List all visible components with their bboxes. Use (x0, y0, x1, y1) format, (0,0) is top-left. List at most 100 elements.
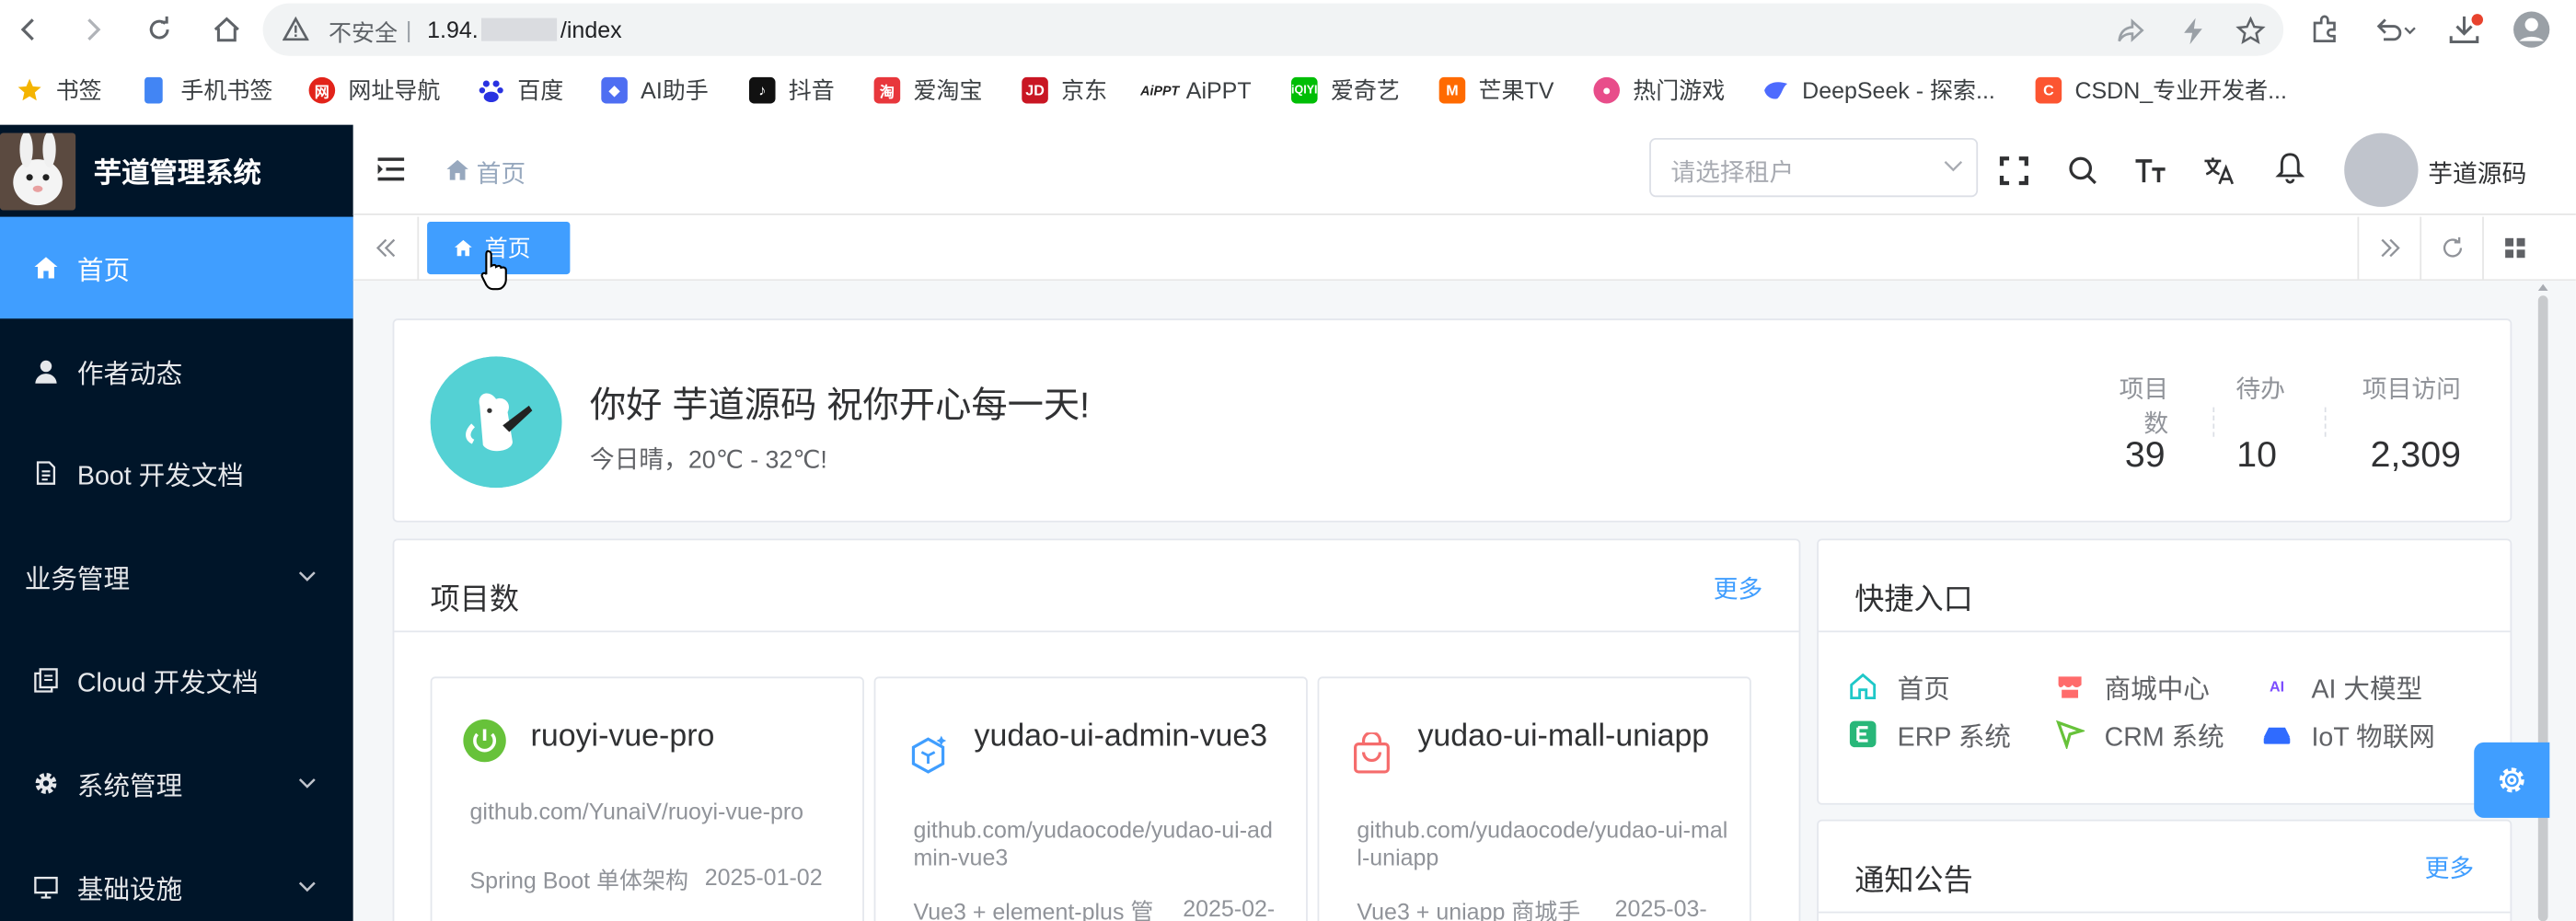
power-icon (462, 718, 508, 764)
url-text: 1.94. /index (427, 17, 622, 43)
document-icon (33, 460, 60, 487)
bookmark-item[interactable]: 书签 (17, 75, 102, 105)
sidebar-item-infra[interactable]: 基础设施 (0, 836, 353, 921)
bell-icon[interactable] (2273, 151, 2306, 184)
avatar[interactable] (2344, 132, 2419, 207)
vertical-scrollbar[interactable] (2536, 281, 2549, 921)
vue-cube-icon (906, 732, 952, 778)
pointer-cursor-icon (479, 249, 509, 292)
chevron-down-icon (297, 777, 317, 789)
refresh-icon (2443, 236, 2462, 258)
project-name: yudao-ui-admin-vue3 (974, 719, 1268, 754)
sidebar-item-system[interactable]: 系统管理 (0, 732, 353, 835)
user-icon (33, 358, 60, 385)
project-item[interactable]: yudao-ui-admin-vue3 github.com/yudaocode… (873, 676, 1308, 921)
sidebar-item-author-news[interactable]: 作者动态 (0, 320, 353, 422)
quick-item-iot[interactable]: IoT 物联网 (2262, 718, 2435, 753)
project-item[interactable]: yudao-ui-mall-uniapp github.com/yudaocod… (1317, 676, 1751, 921)
bookmark-item[interactable]: 淘爱淘宝 (873, 75, 982, 105)
share-icon[interactable] (2113, 13, 2149, 49)
home-page-button[interactable] (207, 10, 247, 50)
lightning-icon[interactable] (2175, 13, 2211, 49)
warning-icon (283, 16, 309, 43)
jd-icon: JD (1022, 76, 1048, 104)
crm-icon (2055, 720, 2085, 749)
collapse-menu-icon[interactable] (376, 156, 406, 183)
project-item[interactable]: ruoyi-vue-pro github.com/YunaiV/ruoyi-vu… (430, 676, 864, 921)
nav-site-icon: 网 (308, 76, 336, 104)
iqiyi-icon: iQIYI (1291, 76, 1318, 104)
bookmark-item[interactable]: DeepSeek - 探索... (1762, 75, 1995, 105)
bookmark-item[interactable]: 百度 (478, 75, 563, 105)
fullscreen-icon[interactable] (1998, 155, 2031, 188)
bookmark-item[interactable]: ◆ AI助手 (601, 75, 709, 105)
iot-icon (2262, 720, 2292, 749)
scroll-right-button[interactable] (2357, 216, 2420, 280)
profile-icon[interactable] (2510, 10, 2552, 50)
quick-item-home[interactable]: 首页 (1848, 670, 1950, 705)
bookmark-item[interactable]: 手机书签 (142, 75, 272, 105)
reload-button[interactable] (140, 10, 179, 50)
refresh-button[interactable] (2420, 216, 2482, 280)
address-bar[interactable]: 不安全 | 1.94. /index (262, 3, 2284, 56)
browser-toolbar: 不安全 | 1.94. /index (0, 0, 2576, 60)
stat-value: 2,309 (2370, 433, 2461, 475)
font-size-icon[interactable] (2134, 155, 2167, 188)
quick-item-crm[interactable]: CRM 系统 (2055, 718, 2224, 753)
bookmark-item[interactable]: C CSDN_专业开发者... (2035, 75, 2287, 105)
sidebar-item-business[interactable]: 业务管理 (0, 525, 353, 627)
home-icon (454, 238, 473, 258)
translate-icon[interactable] (2203, 155, 2236, 188)
scroll-left-button[interactable] (353, 216, 420, 280)
bookmark-item[interactable]: AiPPT AiPPT (1140, 75, 1251, 105)
shop-icon (2055, 672, 2085, 701)
bookmark-item[interactable]: 网网址导航 (308, 75, 440, 105)
bookmark-item[interactable]: ♪ 抖音 (748, 75, 835, 105)
bookmark-item[interactable]: ● 热门游戏 (1593, 75, 1725, 105)
extensions-icon[interactable] (2304, 10, 2346, 50)
quick-item-mall[interactable]: 商城中心 (2055, 670, 2210, 705)
logo-row[interactable]: 芋道管理系统 (0, 125, 353, 215)
quick-item-ai[interactable]: AI AI 大模型 (2262, 670, 2422, 704)
tags-menu-button[interactable] (2482, 216, 2545, 280)
undo-history-icon[interactable] (2374, 10, 2416, 50)
forward-arrow-icon (87, 18, 101, 40)
notice-card: 通知公告 更多 (1817, 819, 2512, 921)
breadcrumb[interactable]: 首页 (477, 156, 526, 190)
forward-button[interactable] (74, 10, 113, 50)
search-icon[interactable] (2067, 155, 2100, 188)
tenant-select[interactable]: 请选择租户 (1649, 137, 1979, 198)
breadcrumb-home-icon (445, 157, 470, 182)
stat-label: 项目访问 (2362, 375, 2461, 405)
back-button[interactable] (8, 10, 48, 50)
welcome-card: 你好 芋道源码 祝你开心每一天! 今日晴，20℃ - 32℃! 项目数 39 待… (392, 318, 2512, 523)
bookmark-item[interactable]: iQIYI 爱奇艺 (1291, 75, 1400, 105)
star-bookmark-icon[interactable] (2233, 13, 2269, 49)
sidebar-item-boot-docs[interactable]: Boot 开发文档 (0, 422, 353, 524)
bookmark-item[interactable]: JD 京东 (1022, 75, 1107, 105)
sidebar-item-cloud-docs[interactable]: Cloud 开发文档 (0, 629, 353, 731)
notice-title: 通知公告 (1854, 863, 1973, 897)
notice-more-link[interactable]: 更多 (2425, 851, 2475, 885)
bookmark-item[interactable]: M 芒果TV (1438, 75, 1554, 105)
grid-icon (2504, 237, 2524, 259)
url-redacted (481, 17, 558, 41)
projects-more-link[interactable]: 更多 (1714, 571, 1763, 605)
mango-tv-icon: M (1438, 76, 1466, 104)
tenant-placeholder: 请选择租户 (1670, 159, 1795, 188)
project-name: ruoyi-vue-pro (530, 719, 715, 754)
url-host: 1.94. (427, 16, 479, 43)
download-icon[interactable] (2444, 10, 2487, 50)
username[interactable]: 芋道源码 (2428, 156, 2526, 190)
system-title: 芋道管理系统 (93, 157, 261, 190)
bookmarks-bar: 书签 手机书签 网网址导航 百度 ◆ AI助手 ♪ 抖音 淘爱淘宝 JD 京东 AiP… (0, 65, 2576, 115)
logo-image (0, 132, 76, 211)
ai-model-icon: AI (2269, 678, 2285, 696)
double-chevron-left-icon (375, 238, 395, 258)
stat-value: 10 (2236, 433, 2278, 475)
ai-assistant-icon: ◆ (601, 76, 628, 104)
quick-item-erp[interactable]: ERP 系统 (1848, 718, 2011, 753)
settings-button[interactable] (2474, 742, 2550, 818)
project-date: 2025-03- (1614, 894, 1707, 921)
sidebar-item-home[interactable]: 首页 (0, 216, 353, 319)
